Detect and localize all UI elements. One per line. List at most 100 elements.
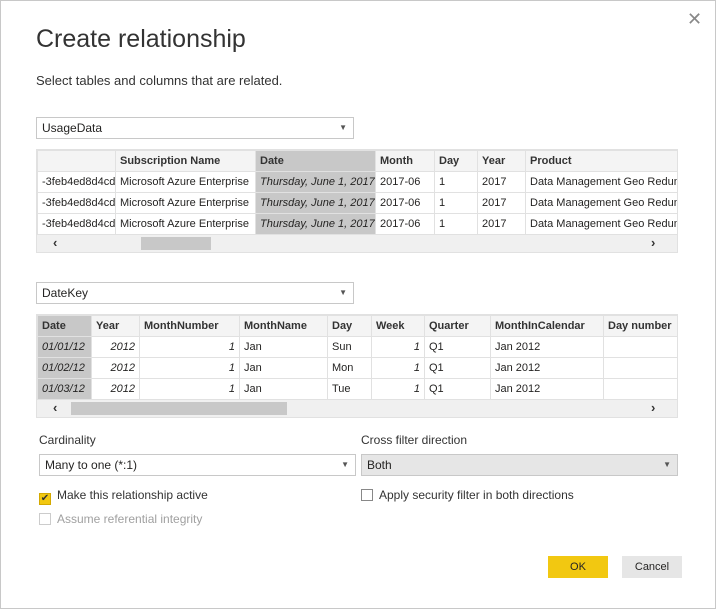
table-cell: -3feb4ed8d4cd	[37, 171, 116, 193]
table-cell: 01/02/12	[37, 357, 92, 379]
table2-select-value: DateKey	[42, 286, 89, 300]
scroll-thumb[interactable]	[71, 402, 287, 415]
table-cell: Tue	[327, 378, 372, 400]
chevron-down-icon: ▼	[339, 123, 347, 132]
table-cell: 2012	[91, 378, 140, 400]
table-cell: 1	[434, 192, 478, 214]
table-cell: 1	[139, 357, 240, 379]
table-cell: 2017	[477, 171, 526, 193]
table-cell: Q1	[424, 336, 491, 358]
table2-scrollbar[interactable]: ‹ ›	[37, 400, 677, 417]
table1-scrollbar[interactable]: ‹ ›	[37, 235, 677, 252]
chevron-down-icon: ▼	[663, 460, 671, 469]
table-cell: 2017-06	[375, 192, 435, 214]
active-checkbox[interactable]: ✔	[39, 493, 51, 505]
scroll-left-icon[interactable]: ‹	[53, 400, 57, 415]
table-cell: 1	[434, 171, 478, 193]
table-cell: Jan	[239, 378, 328, 400]
table-cell: 1	[371, 378, 425, 400]
column-header[interactable]: MonthName	[239, 315, 328, 337]
column-header[interactable]: Year	[477, 150, 526, 172]
integrity-checkbox	[39, 513, 51, 525]
column-header[interactable]: Product	[525, 150, 677, 172]
table-cell: 2017-06	[375, 213, 435, 235]
cancel-button[interactable]: Cancel	[622, 556, 682, 578]
table-cell: Jan 2012	[490, 378, 604, 400]
table-row: 01/01/12 2012 1 Jan Sun 1 Q1 Jan 2012	[37, 336, 677, 358]
header-row: Subscription Name Date Month Day Year Product	[37, 150, 677, 172]
column-header[interactable]	[37, 150, 116, 172]
scroll-left-icon[interactable]: ‹	[53, 235, 57, 250]
table-cell: Mon	[327, 357, 372, 379]
column-header[interactable]: MonthInCalendar	[490, 315, 604, 337]
table-row: 01/03/12 2012 1 Jan Tue 1 Q1 Jan 2012	[37, 378, 677, 400]
table-cell: Microsoft Azure Enterprise	[115, 213, 256, 235]
integrity-label: Assume referential integrity	[57, 512, 203, 526]
dialog-subtitle: Select tables and columns that are relat…	[36, 73, 283, 88]
table-cell: 1	[139, 378, 240, 400]
table-cell: 1	[371, 336, 425, 358]
chevron-down-icon: ▼	[341, 460, 349, 469]
table-cell: 01/01/12	[37, 336, 92, 358]
table-cell	[603, 378, 677, 400]
table-cell: 2012	[91, 357, 140, 379]
table2-select[interactable]: DateKey ▼	[36, 282, 354, 304]
table1-preview: Subscription Name Date Month Day Year Product…	[36, 149, 678, 253]
cross-filter-value: Both	[367, 458, 392, 472]
table-cell: -3feb4ed8d4cd	[37, 192, 116, 214]
table-cell: 01/03/12	[37, 378, 92, 400]
cardinality-label: Cardinality	[39, 433, 96, 447]
table1-grid: Subscription Name Date Month Day Year Product…	[37, 150, 677, 235]
table-cell	[603, 336, 677, 358]
close-icon[interactable]: ✕	[687, 9, 702, 30]
table-cell: Jan 2012	[490, 357, 604, 379]
column-header[interactable]: Subscription Name	[115, 150, 256, 172]
column-header[interactable]: Date	[37, 315, 92, 337]
table-row: -3feb4ed8d4cd Microsoft Azure Enterprise T…	[37, 192, 677, 214]
column-header[interactable]: Day	[327, 315, 372, 337]
table-cell: 1	[434, 213, 478, 235]
table-cell: Thursday, June 1, 2017	[255, 213, 376, 235]
security-option[interactable]: Apply security filter in both directions	[361, 488, 574, 502]
chevron-down-icon: ▼	[339, 288, 347, 297]
table-cell: 1	[371, 357, 425, 379]
table1-select[interactable]: UsageData ▼	[36, 117, 354, 139]
table-cell: 2017	[477, 213, 526, 235]
table-cell: Thursday, June 1, 2017	[255, 192, 376, 214]
table-cell: Sun	[327, 336, 372, 358]
active-option[interactable]: ✔ Make this relationship active	[39, 488, 208, 505]
scroll-right-icon[interactable]: ›	[651, 235, 655, 250]
table-cell: Thursday, June 1, 2017	[255, 171, 376, 193]
table-cell: 2017	[477, 192, 526, 214]
table2-grid: Date Year MonthNumber MonthName Day Week Quart…	[37, 315, 677, 400]
integrity-option: Assume referential integrity	[39, 512, 202, 526]
column-header[interactable]: Month	[375, 150, 435, 172]
security-label: Apply security filter in both directions	[379, 488, 574, 502]
column-header[interactable]: Week	[371, 315, 425, 337]
column-header[interactable]: MonthNumber	[139, 315, 240, 337]
table-cell: Jan 2012	[490, 336, 604, 358]
scroll-right-icon[interactable]: ›	[651, 400, 655, 415]
table-row: 01/02/12 2012 1 Jan Mon 1 Q1 Jan 2012	[37, 357, 677, 379]
security-checkbox[interactable]	[361, 489, 373, 501]
table-cell: Data Management Geo Redun	[525, 192, 677, 214]
table-cell: Q1	[424, 378, 491, 400]
table-cell: Jan	[239, 357, 328, 379]
table-cell: Q1	[424, 357, 491, 379]
column-header[interactable]: Year	[91, 315, 140, 337]
table-cell: Jan	[239, 336, 328, 358]
ok-button[interactable]: OK	[548, 556, 608, 578]
column-header[interactable]: Quarter	[424, 315, 491, 337]
column-header[interactable]: Date	[255, 150, 376, 172]
column-header[interactable]: Day number	[603, 315, 677, 337]
dialog-title: Create relationship	[36, 25, 246, 53]
table1-select-value: UsageData	[42, 121, 103, 135]
table2-preview: Date Year MonthNumber MonthName Day Week Quart…	[36, 314, 678, 418]
table-row: -3feb4ed8d4cd Microsoft Azure Enterprise T…	[37, 213, 677, 235]
cardinality-select[interactable]: Many to one (*:1) ▼	[39, 454, 356, 476]
cross-filter-select[interactable]: Both ▼	[361, 454, 678, 476]
table-cell: Data Management Geo Redun	[525, 213, 677, 235]
table-cell: Data Management Geo Redun	[525, 171, 677, 193]
column-header[interactable]: Day	[434, 150, 478, 172]
scroll-thumb[interactable]	[141, 237, 211, 250]
